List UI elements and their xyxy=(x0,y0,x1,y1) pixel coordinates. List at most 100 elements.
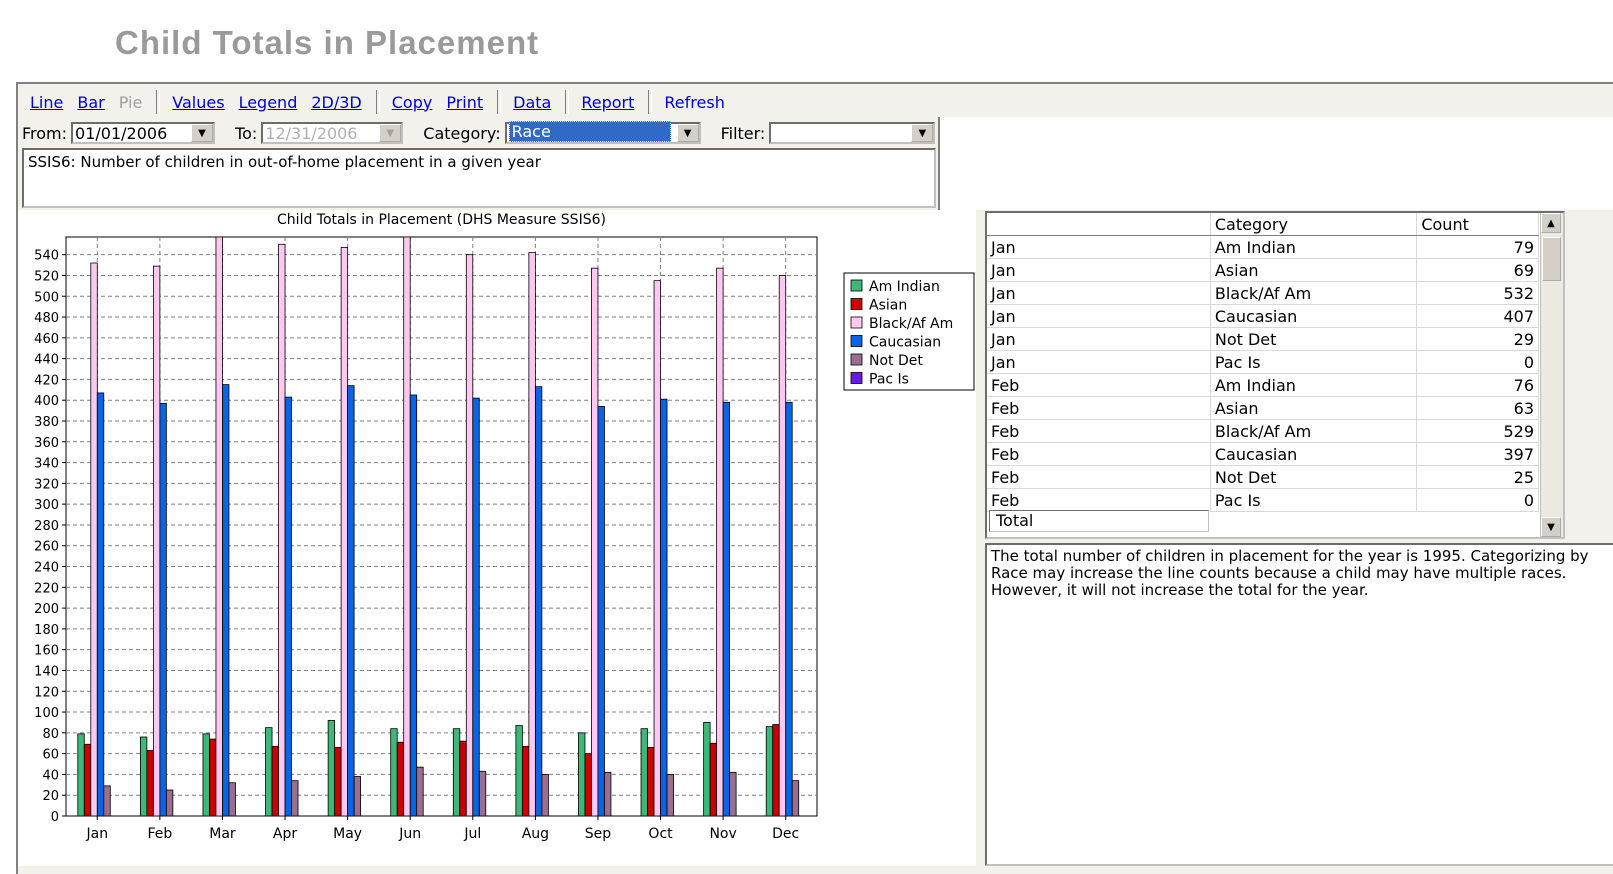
y-tick-label: 120 xyxy=(34,685,59,700)
category-label: Category: xyxy=(423,123,501,143)
from-date-combo[interactable]: 01/01/2006 ▼ xyxy=(71,122,216,144)
cell-period: Feb xyxy=(987,465,1211,489)
data-link[interactable]: Data xyxy=(513,93,551,112)
bar xyxy=(271,745,279,817)
cell-category: Not Det xyxy=(1210,327,1418,351)
table-row[interactable]: Feb Not Det 25 xyxy=(987,465,1539,489)
measure-description[interactable]: SSIS6: Number of children in out-of-home… xyxy=(22,148,936,208)
bar xyxy=(653,280,661,817)
bar xyxy=(353,776,362,817)
cell-category: Caucasian xyxy=(1210,304,1418,328)
x-tick-label: Jan xyxy=(85,826,108,842)
bar xyxy=(334,746,342,817)
values-toggle-link[interactable]: Values xyxy=(172,93,224,112)
bar xyxy=(772,724,780,817)
y-tick-label: 520 xyxy=(34,269,59,284)
x-tick-label: Dec xyxy=(772,826,799,842)
page-title: Child Totals in Placement xyxy=(115,24,540,61)
y-tick-label: 480 xyxy=(34,311,59,326)
refresh-link[interactable]: Refresh xyxy=(664,93,724,112)
bar xyxy=(709,742,718,817)
legend-swatch xyxy=(850,298,863,310)
legend-label: Pac Is xyxy=(869,372,909,388)
cell-count: 529 xyxy=(1416,419,1539,443)
column-header-count[interactable]: Count xyxy=(1416,213,1539,236)
table-row[interactable]: Feb Caucasian 397 xyxy=(987,442,1539,466)
table-row[interactable]: Jan Am Indian 79 xyxy=(987,235,1539,259)
bar xyxy=(472,397,480,817)
table-row[interactable]: Jan Asian 69 xyxy=(987,258,1539,282)
copy-link[interactable]: Copy xyxy=(392,93,433,112)
filter-combo[interactable]: ▼ xyxy=(769,122,936,144)
x-tick-label: Aug xyxy=(522,826,549,842)
y-tick-label: 420 xyxy=(34,373,59,388)
cell-count: 397 xyxy=(1416,442,1539,466)
scroll-thumb[interactable] xyxy=(1542,237,1561,281)
cell-count: 25 xyxy=(1416,465,1539,489)
toolbar-separator xyxy=(565,90,570,114)
cell-category: Pac Is xyxy=(1210,488,1418,512)
bar xyxy=(528,252,536,817)
report-link[interactable]: Report xyxy=(581,93,634,112)
category-combo[interactable]: Race ▼ xyxy=(504,120,701,144)
vertical-scrollbar[interactable]: ▲ ▼ xyxy=(1540,213,1563,537)
cell-period: Feb xyxy=(987,419,1211,443)
y-tick-label: 220 xyxy=(34,581,59,596)
cell-count: 79 xyxy=(1416,235,1539,259)
column-header-category[interactable]: Category xyxy=(1210,213,1418,236)
print-link[interactable]: Print xyxy=(446,93,483,112)
data-table: Category Count Jan Am Indian 79 Jan Asian 69 J… xyxy=(987,213,1539,512)
bar xyxy=(534,386,543,817)
line-chart-link[interactable]: Line xyxy=(30,93,63,112)
table-row[interactable]: Jan Pac Is 0 xyxy=(987,350,1539,374)
cell-count: 29 xyxy=(1416,327,1539,351)
cell-period: Jan xyxy=(987,281,1211,305)
scroll-down-icon[interactable]: ▼ xyxy=(1541,517,1561,537)
table-row[interactable]: Jan Black/Af Am 532 xyxy=(987,281,1539,305)
bar xyxy=(77,733,85,817)
y-tick-label: 440 xyxy=(34,353,59,368)
bar xyxy=(591,267,599,817)
table-row[interactable]: Feb Asian 63 xyxy=(987,396,1539,420)
table-row[interactable]: Jan Caucasian 407 xyxy=(987,304,1539,328)
data-grid[interactable]: Category Count Jan Am Indian 79 Jan Asian 69 J… xyxy=(985,211,1565,539)
legend-swatch xyxy=(850,316,863,329)
table-row[interactable]: Feb Black/Af Am 529 xyxy=(987,419,1539,443)
dropdown-arrow-icon[interactable]: ▼ xyxy=(676,124,699,142)
cell-period: Feb xyxy=(987,442,1211,466)
cell-period: Jan xyxy=(987,327,1211,351)
bar xyxy=(515,725,523,817)
cell-category: Am Indian xyxy=(1210,373,1418,397)
2d-3d-toggle-link[interactable]: 2D/3D xyxy=(311,93,361,112)
bar xyxy=(703,722,711,817)
bar xyxy=(666,774,674,817)
cell-count: 532 xyxy=(1416,281,1539,305)
bar xyxy=(265,727,273,817)
bar xyxy=(278,243,286,817)
legend-toggle-link[interactable]: Legend xyxy=(239,93,298,112)
bar xyxy=(284,396,292,817)
y-tick-label: 380 xyxy=(34,415,59,430)
bar xyxy=(139,736,148,817)
legend-label: Am Indian xyxy=(869,279,940,295)
table-header-row: Category Count xyxy=(987,213,1539,236)
legend-swatch xyxy=(850,335,863,347)
x-tick-label: Oct xyxy=(648,826,673,842)
x-tick-label: Nov xyxy=(709,826,736,842)
x-tick-label: Jul xyxy=(463,826,481,842)
cell-period: Jan xyxy=(987,350,1211,374)
column-header-period[interactable] xyxy=(987,213,1211,236)
cell-count: 69 xyxy=(1416,258,1539,282)
dropdown-arrow-icon[interactable]: ▼ xyxy=(911,124,934,142)
bar xyxy=(416,766,424,817)
table-row[interactable]: Feb Am Indian 76 xyxy=(987,373,1539,397)
filter-bar: From: 01/01/2006 ▼ To: 12/31/2006 ▼ Cate… xyxy=(22,120,936,146)
bar-chart-link[interactable]: Bar xyxy=(77,93,104,112)
dropdown-arrow-icon[interactable]: ▼ xyxy=(191,124,214,142)
scroll-up-icon[interactable]: ▲ xyxy=(1541,213,1561,233)
cell-count: 76 xyxy=(1416,373,1539,397)
y-tick-label: 360 xyxy=(34,436,59,451)
legend-swatch xyxy=(850,372,863,384)
table-row[interactable]: Jan Not Det 29 xyxy=(987,327,1539,351)
table-row[interactable]: Feb Pac Is 0 xyxy=(987,488,1539,512)
